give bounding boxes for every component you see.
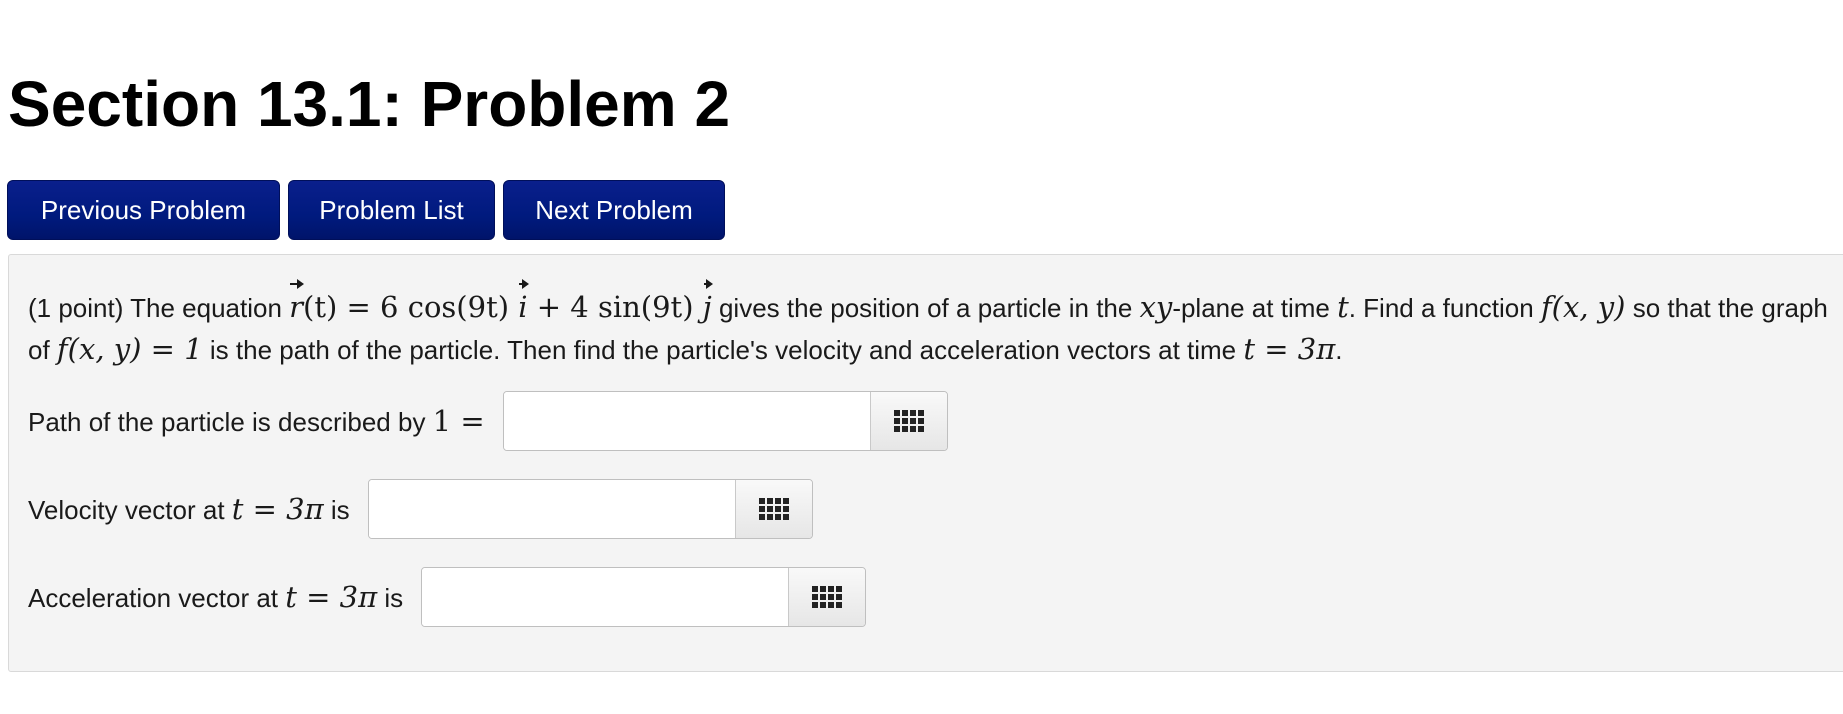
unit-vector-j: j <box>703 279 713 328</box>
answer-label-velocity: Velocity vector at t = 3π is <box>28 492 350 526</box>
answer-box-path <box>502 391 948 451</box>
answer-row-acceleration: Acceleration vector at t = 3π is <box>28 567 867 627</box>
equation-editor-button[interactable] <box>869 392 947 450</box>
math-f-xy-equals-1: f(x, y) = 1 <box>56 332 203 366</box>
grid-icon <box>758 498 789 520</box>
statement-text: . <box>1335 335 1343 365</box>
answer-row-velocity: Velocity vector at t = 3π is <box>28 479 813 539</box>
answer-row-path: Path of the particle is described by 1 = <box>28 391 948 451</box>
problem-points: (1 point) <box>28 293 124 323</box>
unit-vector-i: i <box>518 279 529 328</box>
page-title: Section 13.1: Problem 2 <box>8 68 731 140</box>
statement-text: The equation <box>123 293 290 323</box>
problem-navigation: Previous Problem Problem List Next Probl… <box>7 180 725 240</box>
previous-problem-button[interactable]: Previous Problem <box>7 180 280 240</box>
answer-label-acceleration: Acceleration vector at t = 3π is <box>28 580 404 614</box>
answer-box-acceleration <box>421 567 867 627</box>
statement-text: . Find a function <box>1348 293 1541 323</box>
grid-icon <box>812 586 843 608</box>
velocity-answer-input[interactable] <box>368 480 735 538</box>
answer-box-velocity <box>367 479 813 539</box>
next-problem-button[interactable]: Next Problem <box>503 180 725 240</box>
math-f-xy: f(x, y) <box>1540 290 1626 324</box>
acceleration-answer-input[interactable] <box>422 568 789 626</box>
statement-text: -plane at time <box>1172 293 1338 323</box>
equation-editor-button[interactable] <box>788 568 866 626</box>
path-answer-input[interactable] <box>503 392 870 450</box>
position-equation: r(t) = 6 cos(9t) i + 4 sin(9t) j <box>289 279 713 324</box>
grid-icon <box>893 410 924 432</box>
math-t: t <box>1337 290 1349 324</box>
statement-text: is the path of the particle. Then find t… <box>202 335 1244 365</box>
statement-text: gives the position of a particle in the <box>711 293 1140 323</box>
problem-panel: (1 point) The equation r(t) = 6 cos(9t) … <box>8 254 1843 672</box>
equation-editor-button[interactable] <box>734 480 812 538</box>
vector-r: r <box>289 279 304 328</box>
math-t-equals-3pi: t = 3π <box>1243 332 1336 366</box>
answer-label-path: Path of the particle is described by 1 = <box>28 404 485 438</box>
problem-statement: (1 point) The equation r(t) = 6 cos(9t) … <box>28 279 1828 371</box>
math-xy: xy <box>1139 290 1173 324</box>
problem-list-button[interactable]: Problem List <box>288 180 495 240</box>
